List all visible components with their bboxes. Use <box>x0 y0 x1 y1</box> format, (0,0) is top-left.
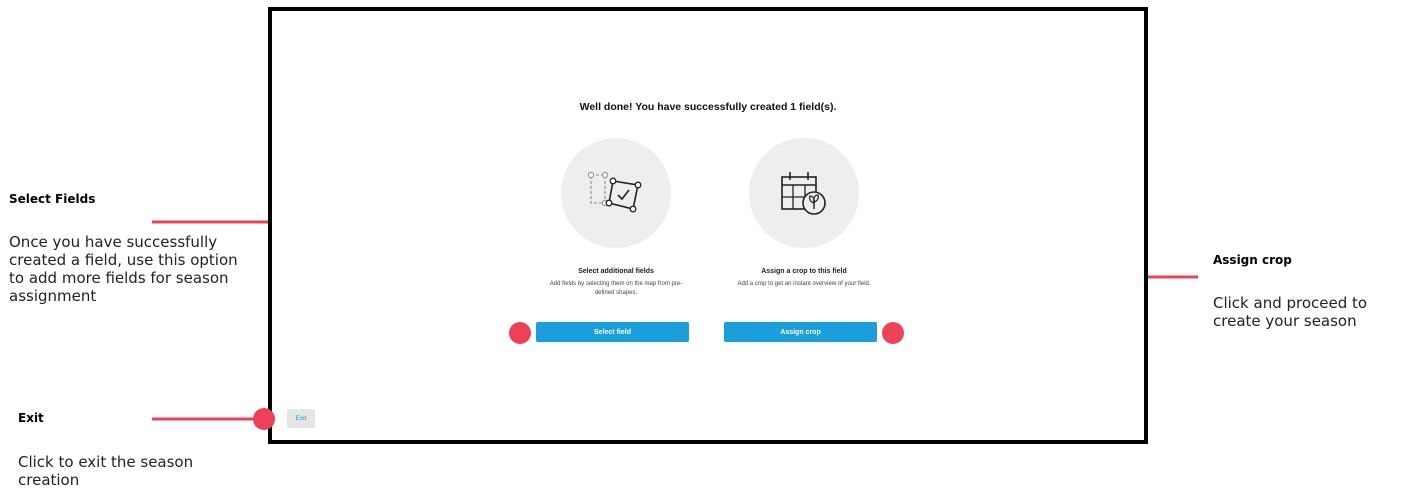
select-fields-option: Select additional fields Add fields by s… <box>536 138 696 298</box>
select-fields-annotation-title: Select Fields <box>9 192 96 206</box>
exit-annotation-title: Exit <box>18 411 44 425</box>
success-headline: Well done! You have successfully created… <box>579 101 837 113</box>
select-field-button[interactable]: Select field <box>536 322 689 342</box>
assign-crop-title: Assign a crop to this field <box>761 268 847 275</box>
select-fields-annotation-body: Once you have successfully created a fie… <box>9 233 238 305</box>
select-fields-title: Select additional fields <box>578 268 654 275</box>
field-select-icon <box>561 138 671 248</box>
assign-crop-button[interactable]: Assign crop <box>724 322 877 342</box>
assign-crop-annotation-title: Assign crop <box>1213 253 1292 267</box>
app-screenshot-frame: Well done! You have successfully created… <box>268 7 1148 444</box>
assign-crop-description: Add a crop to get an instant overview of… <box>737 281 871 287</box>
calendar-crop-icon <box>749 138 859 248</box>
select-fields-description: Add fields by selecting them on the map … <box>549 281 683 296</box>
assign-crop-option: Assign a crop to this field Add a crop t… <box>724 138 884 289</box>
exit-button[interactable]: Exit <box>287 409 315 428</box>
exit-annotation-body: Click to exit the season creation <box>18 453 194 489</box>
assign-crop-annotation-body: Click and proceed to create your season <box>1213 294 1368 330</box>
